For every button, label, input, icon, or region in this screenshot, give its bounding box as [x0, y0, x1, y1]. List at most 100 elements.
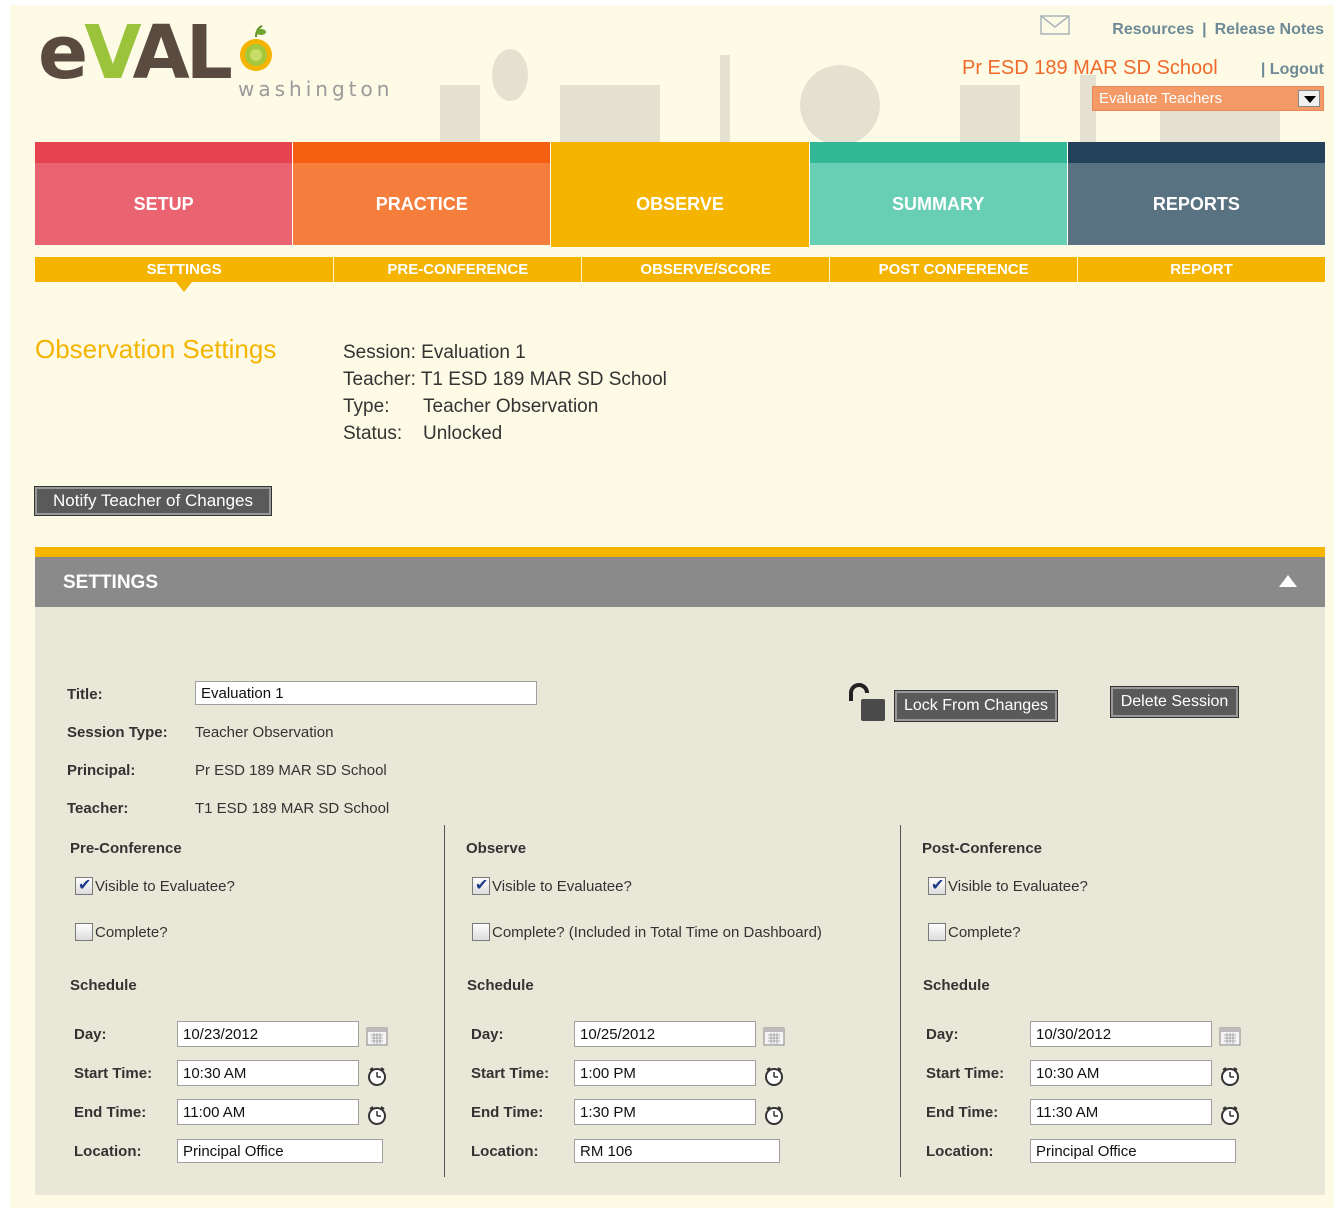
- type-label: Type:: [343, 396, 390, 417]
- subnav-pre-conference[interactable]: PRE-CONFERENCE: [333, 257, 581, 282]
- checkbox-checked-icon[interactable]: [75, 875, 93, 895]
- calendar-icon[interactable]: [1219, 1026, 1241, 1046]
- observe-start-label: Start Time:: [471, 1065, 550, 1082]
- logo-letters-al: AL: [132, 10, 232, 96]
- notify-teacher-button[interactable]: Notify Teacher of Changes: [34, 486, 272, 516]
- post-location-input[interactable]: [1030, 1139, 1236, 1163]
- calendar-icon[interactable]: [366, 1026, 388, 1046]
- post-start-input[interactable]: [1030, 1060, 1212, 1086]
- clock-icon[interactable]: [1219, 1065, 1241, 1087]
- post-complete-checkbox[interactable]: Complete?: [928, 923, 1021, 941]
- tab-practice[interactable]: PRACTICE: [292, 142, 551, 247]
- observe-location-input[interactable]: [574, 1139, 780, 1163]
- principal-label: Principal:: [67, 762, 136, 779]
- tab-practice-cap: [293, 142, 551, 163]
- pre-end-input[interactable]: [177, 1099, 359, 1125]
- evalwa-logo[interactable]: eVAL washington: [38, 10, 389, 101]
- sub-navigation: SETTINGS PRE-CONFERENCE OBSERVE/SCORE PO…: [35, 257, 1325, 292]
- settings-panel-header[interactable]: SETTINGS: [35, 557, 1325, 607]
- subnav-observe-score[interactable]: OBSERVE/SCORE: [581, 257, 829, 282]
- page: eVAL washington Resources | Release Note…: [10, 5, 1334, 1208]
- post-day-label: Day:: [926, 1026, 959, 1043]
- pre-day-label: Day:: [74, 1026, 107, 1043]
- tab-setup[interactable]: SETUP: [35, 142, 293, 247]
- collapse-icon[interactable]: [1279, 575, 1297, 587]
- unlock-icon: [849, 683, 885, 721]
- teacher-value: T1 ESD 189 MAR SD School: [420, 369, 667, 390]
- observe-day-label: Day:: [471, 1026, 504, 1043]
- apple-icon: [240, 25, 272, 71]
- column-divider: [900, 825, 901, 1177]
- pre-start-input[interactable]: [177, 1060, 359, 1086]
- checkbox-unchecked-icon[interactable]: [472, 923, 490, 941]
- observe-end-input[interactable]: [574, 1099, 756, 1125]
- subnav-post-conference[interactable]: POST CONFERENCE: [829, 257, 1077, 282]
- tab-observe[interactable]: OBSERVE: [550, 142, 809, 247]
- pre-conference-heading: Pre-Conference: [70, 840, 182, 857]
- calendar-icon[interactable]: [763, 1026, 785, 1046]
- main-tabs: SETUP PRACTICE OBSERVE SUMMARY REPORTS: [35, 142, 1326, 247]
- top-links: Resources | Release Notes: [1112, 21, 1324, 39]
- clock-icon[interactable]: [366, 1065, 388, 1087]
- pre-end-label: End Time:: [74, 1104, 147, 1121]
- status-label: Status:: [343, 423, 403, 444]
- observe-visible-checkbox[interactable]: Visible to Evaluatee?: [472, 875, 632, 895]
- session-value: Evaluation 1: [421, 342, 526, 363]
- tab-observe-cap: [551, 142, 809, 163]
- clock-icon[interactable]: [1219, 1104, 1241, 1126]
- post-start-label: Start Time:: [926, 1065, 1005, 1082]
- post-visible-label: Visible to Evaluatee?: [948, 877, 1088, 895]
- post-end-input[interactable]: [1030, 1099, 1212, 1125]
- teacher-label: Teacher:: [343, 369, 416, 390]
- pre-complete-checkbox[interactable]: Complete?: [75, 923, 168, 941]
- release-notes-link[interactable]: Release Notes: [1215, 21, 1324, 39]
- clock-icon[interactable]: [763, 1104, 785, 1126]
- tab-reports-label: REPORTS: [1067, 163, 1326, 245]
- type-value: Teacher Observation: [423, 396, 599, 417]
- pre-visible-checkbox[interactable]: Visible to Evaluatee?: [75, 875, 235, 895]
- checkbox-checked-icon[interactable]: [928, 875, 946, 895]
- checkbox-checked-icon[interactable]: [472, 875, 490, 895]
- column-divider: [444, 825, 445, 1177]
- post-day-input[interactable]: [1030, 1021, 1212, 1047]
- tab-reports[interactable]: REPORTS: [1066, 142, 1326, 247]
- observe-start-input[interactable]: [574, 1060, 756, 1086]
- title-input[interactable]: [195, 681, 537, 705]
- session-type-label: Session Type:: [67, 724, 168, 741]
- pre-complete-label: Complete?: [95, 923, 168, 941]
- logo-letter-e: e: [38, 10, 88, 96]
- subnav-report[interactable]: REPORT: [1077, 257, 1325, 282]
- session-type-value: Teacher Observation: [195, 724, 334, 741]
- tab-summary[interactable]: SUMMARY: [808, 142, 1067, 247]
- checkbox-unchecked-icon[interactable]: [75, 923, 93, 941]
- observe-day-input[interactable]: [574, 1021, 756, 1047]
- status-value: Unlocked: [423, 423, 503, 444]
- link-separator: |: [1202, 21, 1207, 38]
- tab-observe-label: OBSERVE: [551, 163, 809, 247]
- dropdown-arrow-icon[interactable]: [1298, 90, 1320, 107]
- post-visible-checkbox[interactable]: Visible to Evaluatee?: [928, 875, 1088, 895]
- tab-setup-label: SETUP: [35, 163, 293, 245]
- pre-start-label: Start Time:: [74, 1065, 153, 1082]
- role-select-value: Evaluate Teachers: [1099, 90, 1223, 107]
- clock-icon[interactable]: [366, 1104, 388, 1126]
- pre-location-input[interactable]: [177, 1139, 383, 1163]
- role-select[interactable]: Evaluate Teachers: [1092, 86, 1324, 111]
- subnav-settings[interactable]: SETTINGS: [35, 257, 333, 292]
- clock-icon[interactable]: [763, 1065, 785, 1087]
- pre-location-label: Location:: [74, 1143, 142, 1160]
- teacher-label: Teacher:: [67, 800, 129, 817]
- session-label: Session:: [343, 342, 416, 363]
- checkbox-unchecked-icon[interactable]: [928, 923, 946, 941]
- resources-link[interactable]: Resources: [1112, 21, 1194, 39]
- delete-session-button[interactable]: Delete Session: [1110, 686, 1239, 718]
- mail-icon[interactable]: [1040, 15, 1070, 35]
- principal-value: Pr ESD 189 MAR SD School: [195, 762, 387, 779]
- pre-schedule-heading: Schedule: [70, 977, 137, 994]
- observe-heading: Observe: [466, 840, 527, 857]
- logout-link[interactable]: | Logout: [1261, 61, 1324, 79]
- observe-complete-checkbox[interactable]: Complete? (Included in Total Time on Das…: [472, 923, 822, 941]
- session-info: Session: Evaluation 1 Teacher: T1 ESD 18…: [343, 339, 667, 447]
- lock-from-changes-button[interactable]: Lock From Changes: [894, 690, 1058, 722]
- pre-day-input[interactable]: [177, 1021, 359, 1047]
